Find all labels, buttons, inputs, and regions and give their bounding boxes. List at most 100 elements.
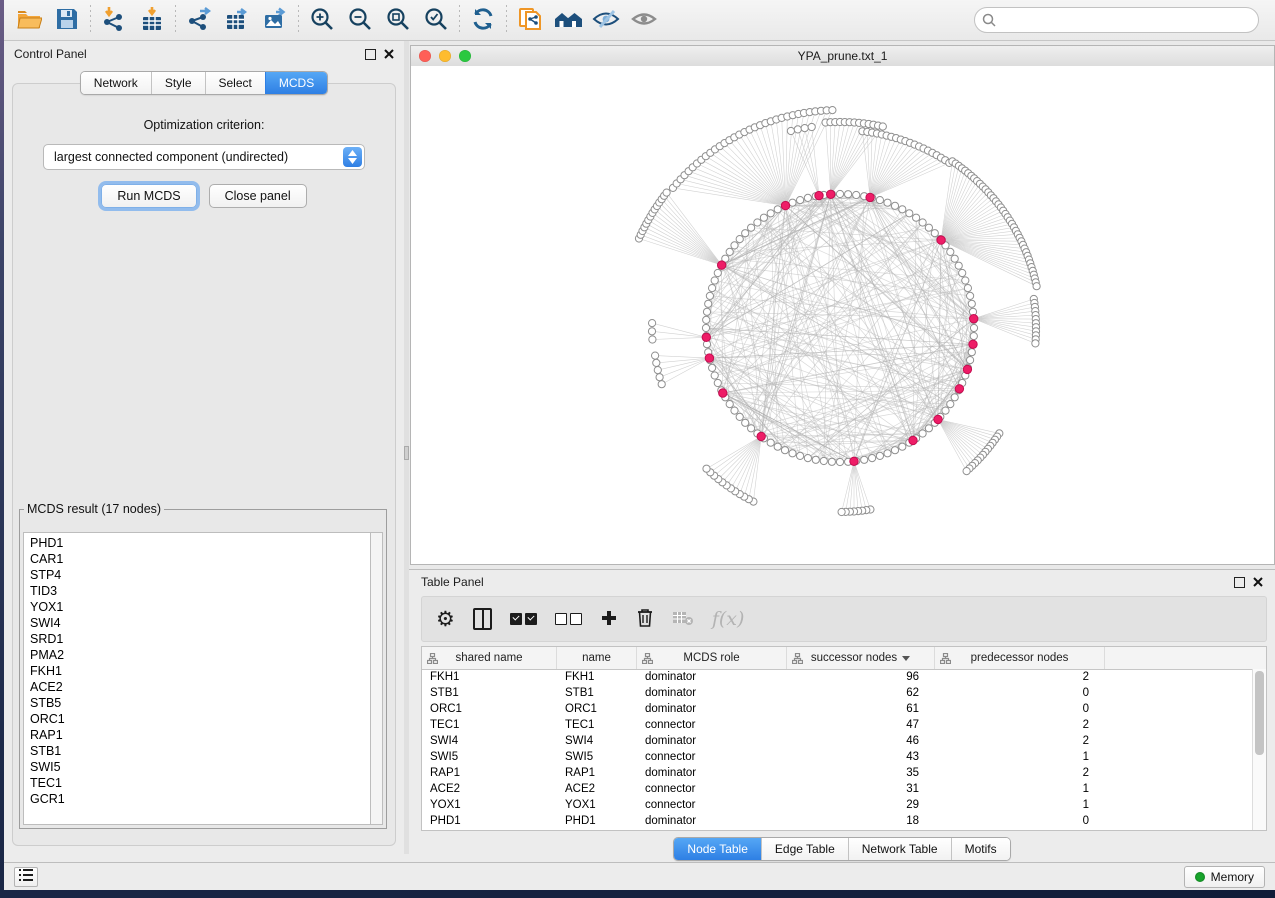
window-maximize-light[interactable] [459, 50, 471, 62]
network-node[interactable] [648, 328, 655, 335]
network-node[interactable] [970, 324, 977, 331]
network-node-selected[interactable] [850, 457, 858, 465]
network-node[interactable] [836, 458, 843, 465]
network-node[interactable] [731, 242, 738, 249]
network-node-selected[interactable] [955, 385, 963, 393]
result-item-pma2[interactable]: PMA2 [30, 647, 370, 663]
table-row[interactable]: PHD1PHD1dominator180 [422, 813, 1253, 829]
network-node[interactable] [891, 202, 898, 209]
network-node[interactable] [879, 123, 886, 130]
network-node[interactable] [959, 269, 966, 276]
export-network-button[interactable] [180, 3, 218, 37]
table-row[interactable]: TEC1TEC1connector472 [422, 717, 1253, 733]
network-node[interactable] [808, 123, 815, 130]
table-scrollbar-thumb[interactable] [1255, 671, 1264, 755]
function-builder-button[interactable]: f(x) [712, 608, 745, 630]
refresh-button[interactable] [464, 3, 502, 37]
network-node[interactable] [754, 219, 761, 226]
network-node[interactable] [970, 333, 977, 340]
network-node[interactable] [962, 277, 969, 284]
network-node[interactable] [767, 439, 774, 446]
network-node[interactable] [891, 447, 898, 454]
network-node-selected[interactable] [970, 315, 978, 323]
save-session-button[interactable] [48, 3, 86, 37]
table-row[interactable]: SWI5SWI5connector431 [422, 749, 1253, 765]
network-node[interactable] [649, 336, 656, 343]
result-item-fkh1[interactable]: FKH1 [30, 663, 370, 679]
result-item-swi4[interactable]: SWI4 [30, 615, 370, 631]
network-node[interactable] [919, 219, 926, 226]
hide-selected-button[interactable] [587, 3, 625, 37]
split-columns-button[interactable] [473, 608, 492, 630]
network-node[interactable] [709, 285, 716, 292]
tab-network-table[interactable]: Network Table [848, 838, 951, 860]
network-node-selected[interactable] [781, 201, 789, 209]
network-node[interactable] [838, 508, 845, 515]
network-node-selected[interactable] [702, 333, 710, 341]
table-settings-button[interactable]: ⚙ [436, 609, 455, 630]
network-node[interactable] [951, 255, 958, 262]
result-item-stb5[interactable]: STB5 [30, 695, 370, 711]
result-item-srd1[interactable]: SRD1 [30, 631, 370, 647]
tab-network[interactable]: Network [81, 72, 151, 94]
network-node[interactable] [967, 357, 974, 364]
result-item-swi5[interactable]: SWI5 [30, 759, 370, 775]
network-node-selected[interactable] [718, 261, 726, 269]
network-node[interactable] [820, 457, 827, 464]
network-node-selected[interactable] [934, 415, 942, 423]
network-node-selected[interactable] [815, 191, 823, 199]
deselect-all-button[interactable] [555, 613, 582, 625]
network-node[interactable] [658, 381, 665, 388]
network-node[interactable] [804, 455, 811, 462]
network-node[interactable] [861, 456, 868, 463]
network-node[interactable] [845, 191, 852, 198]
network-node[interactable] [714, 379, 721, 386]
network-node[interactable] [876, 197, 883, 204]
result-item-orc1[interactable]: ORC1 [30, 711, 370, 727]
network-node-selected[interactable] [937, 236, 945, 244]
network-node[interactable] [654, 367, 661, 374]
network-node[interactable] [1032, 340, 1039, 347]
table-scrollbar[interactable] [1252, 669, 1266, 830]
table-row[interactable]: YOX1YOX1connector291 [422, 797, 1253, 813]
result-item-tec1[interactable]: TEC1 [30, 775, 370, 791]
network-node[interactable] [968, 300, 975, 307]
column-header-predecessor-nodes[interactable]: predecessor nodes [935, 647, 1105, 669]
network-node[interactable] [967, 292, 974, 299]
network-node[interactable] [947, 401, 954, 408]
table-row[interactable]: FKH1FKH1dominator962 [422, 669, 1253, 685]
network-node[interactable] [968, 349, 975, 356]
result-item-car1[interactable]: CAR1 [30, 551, 370, 567]
network-node[interactable] [884, 450, 891, 457]
table-row[interactable]: SWI4SWI4dominator462 [422, 733, 1253, 749]
network-node[interactable] [702, 324, 709, 331]
network-node[interactable] [649, 320, 656, 327]
network-node-selected[interactable] [827, 190, 835, 198]
network-node[interactable] [797, 197, 804, 204]
result-item-stp4[interactable]: STP4 [30, 567, 370, 583]
import-network-button[interactable] [95, 3, 133, 37]
optimization-criterion-select[interactable]: largest connected component (undirected) [43, 144, 365, 170]
network-node[interactable] [760, 214, 767, 221]
network-node[interactable] [767, 210, 774, 217]
network-window-titlebar[interactable]: YPA_prune.txt_1 [411, 46, 1274, 67]
network-node[interactable] [709, 364, 716, 371]
export-table-button[interactable] [218, 3, 256, 37]
network-node[interactable] [789, 450, 796, 457]
network-node[interactable] [853, 191, 860, 198]
network-node[interactable] [899, 443, 906, 450]
column-header-mcds-role[interactable]: MCDS role [637, 647, 787, 669]
network-node[interactable] [919, 430, 926, 437]
network-node[interactable] [955, 262, 962, 269]
network-node[interactable] [804, 194, 811, 201]
network-node[interactable] [714, 269, 721, 276]
tab-edge-table[interactable]: Edge Table [761, 838, 848, 860]
network-node[interactable] [942, 407, 949, 414]
network-node-selected[interactable] [963, 365, 971, 373]
window-close-light[interactable] [419, 50, 431, 62]
network-node[interactable] [703, 465, 710, 472]
network-node[interactable] [787, 127, 794, 134]
duplicate-network-button[interactable] [511, 3, 549, 37]
column-header-name[interactable]: name [557, 647, 637, 669]
table-row[interactable]: RAP1RAP1dominator352 [422, 765, 1253, 781]
